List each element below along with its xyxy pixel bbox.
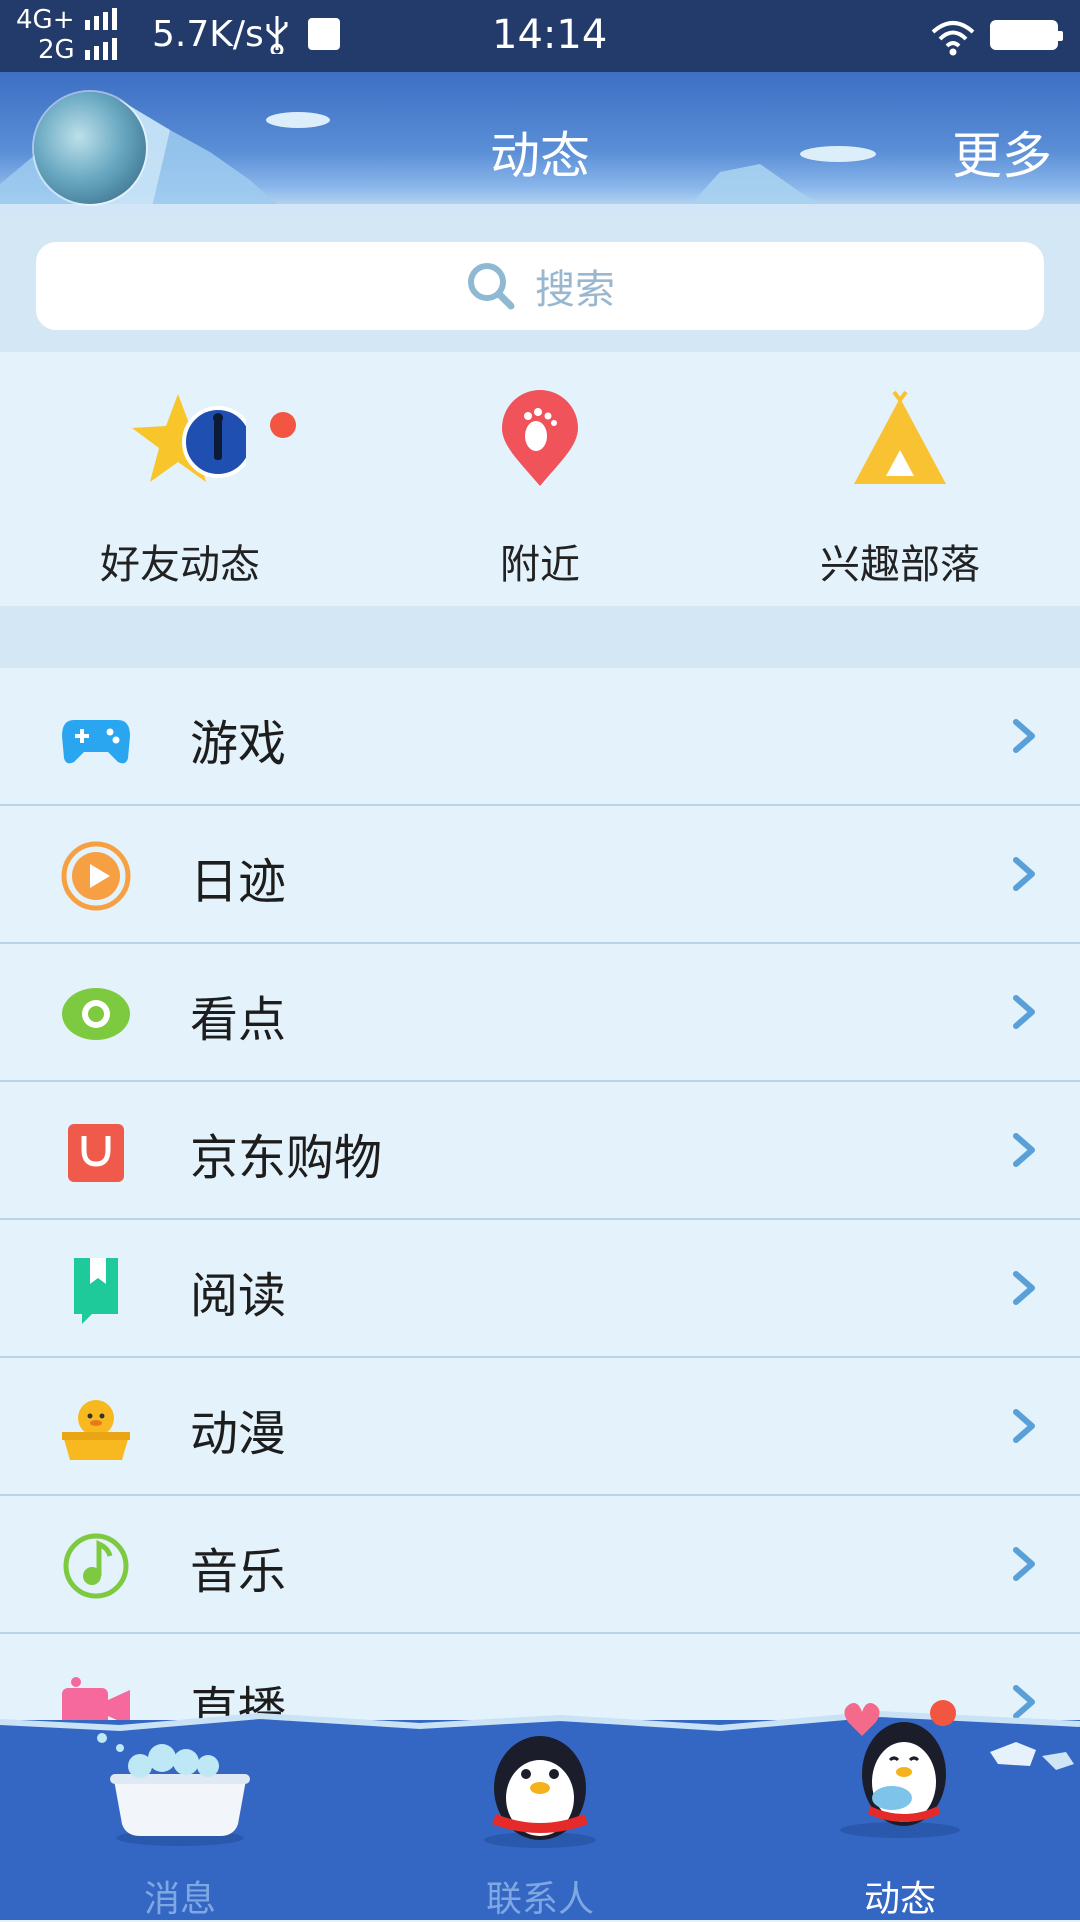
search-icon [468,263,515,310]
quick-entry-interest-tribe[interactable]: 兴趣部落 [720,382,1080,588]
status-bar: 4G+ 2G 5.7K/s 14:14 [0,0,1080,72]
quick-entries: 好友动态 附近 兴趣部落 [0,352,1080,608]
duck-icon [62,1400,130,1460]
list-item-game[interactable]: 游戏 [0,668,1080,806]
chevron-right-icon [1013,1133,1035,1167]
play-circle-icon [61,841,131,911]
list-item-label: 京东购物 [190,1130,383,1186]
nav-tab-feed[interactable]: 动态 [720,1700,1080,1920]
list-item-label: 阅读 [190,1268,287,1324]
network-indicator: 4G+ 2G [16,6,119,66]
network-type-2: 2G [38,35,75,65]
list-item-daily-trace[interactable]: 日迹 [0,806,1080,944]
nav-tab-label: 联系人 [485,1879,594,1920]
gamepad-icon [62,720,130,764]
more-button[interactable]: 更多 [952,116,1052,188]
shopping-bag-icon [68,1124,124,1182]
battery-icon [990,20,1063,50]
list-item-label: 看点 [190,992,287,1048]
chevron-right-icon [1013,1271,1035,1305]
chevron-right-icon [1013,1409,1035,1443]
clock: 14:14 [492,12,608,58]
search-bar[interactable]: 搜索 [36,242,1044,330]
network-speed: 5.7K/s [152,14,264,55]
header-bar: 动态 更多 [0,72,1080,216]
list-item-reading[interactable]: 阅读 [0,1220,1080,1358]
chevron-right-icon [1013,857,1035,891]
eye-icon [62,988,130,1040]
search-section: 搜索 [0,216,1080,352]
search-placeholder: 搜索 [535,267,615,313]
bathtub-icon [97,1733,250,1846]
list-item-label: 动漫 [190,1406,287,1462]
music-note-icon [63,1533,129,1599]
penguin-icon [484,1736,596,1848]
chevron-right-icon [1013,1547,1035,1581]
notification-badge [270,412,296,438]
quick-entry-friends-feed[interactable]: 好友动态 [0,382,360,588]
list-item-jd-shopping[interactable]: 京东购物 [0,1082,1080,1220]
list-item-label: 日迹 [190,854,287,910]
list-item-music[interactable]: 音乐 [0,1496,1080,1634]
quick-entry-nearby[interactable]: 附近 [360,382,720,588]
nav-tab-messages[interactable]: 消息 [0,1720,360,1920]
ice-floe-decoration [990,1742,1074,1770]
friends-star-icon [132,394,246,482]
bookmark-icon [74,1258,118,1324]
quick-entry-label: 好友动态 [100,542,260,588]
bottom-nav: 消息 联系人 动态 [0,1700,1080,1920]
list-item-kandian[interactable]: 看点 [0,944,1080,1082]
quick-entry-label: 附近 [500,542,580,588]
chevron-right-icon [1013,995,1035,1029]
nav-tab-contacts[interactable]: 联系人 [360,1720,720,1920]
nav-tab-label: 消息 [143,1879,216,1920]
list-item-label: 音乐 [190,1544,287,1600]
signal-icon [84,38,117,60]
penguin-heart-icon [840,1703,960,1838]
feature-list: 游戏 日迹 看点 京东购物 阅读 动漫 音乐 直播 [0,668,1080,1772]
page-title: 动态 [490,127,590,185]
notification-badge [930,1700,956,1726]
list-item-label: 游戏 [190,716,287,772]
signal-icon [84,8,117,30]
usb-debug-icon [308,18,340,50]
chevron-right-icon [1013,719,1035,753]
quick-entry-label: 兴趣部落 [820,542,980,588]
footprint-pin-icon [502,390,578,486]
wifi-icon [931,21,975,56]
list-item-anime[interactable]: 动漫 [0,1358,1080,1496]
nav-tab-label: 动态 [863,1879,936,1920]
section-divider [0,606,1080,670]
usb-icon [266,16,288,54]
network-type-1: 4G+ [16,5,75,35]
tent-icon [854,390,946,484]
